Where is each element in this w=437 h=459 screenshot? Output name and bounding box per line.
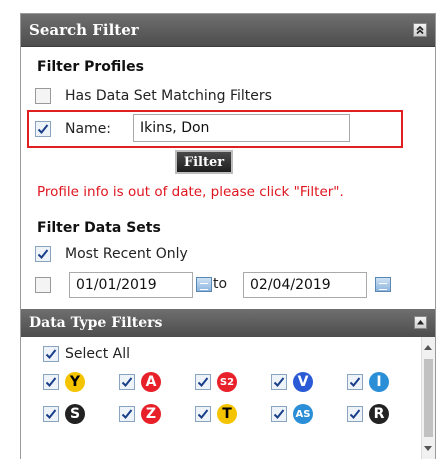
date-to-label: to — [213, 276, 228, 292]
line-filter-item: V — [271, 372, 313, 392]
checkmark-icon — [45, 349, 57, 359]
has-data-set-row: Has Data Set Matching Filters — [35, 85, 272, 107]
profile-outdated-warning: Profile info is out of date, please clic… — [37, 184, 344, 200]
checkmark-icon — [45, 409, 57, 419]
most-recent-checkbox[interactable] — [35, 246, 51, 262]
line-filter-checkbox[interactable] — [43, 374, 59, 390]
line-bullet-icon: I — [369, 372, 389, 392]
scroll-up-arrow-icon[interactable] — [424, 345, 432, 350]
checkmark-icon — [121, 377, 133, 387]
line-bullet-icon: V — [293, 372, 313, 392]
scroll-thumb[interactable] — [424, 359, 433, 437]
line-filter-item: R — [347, 404, 389, 424]
line-bullet-icon: Z — [141, 404, 161, 424]
triangle-up-icon — [417, 320, 424, 325]
line-filter-item: AS — [271, 404, 313, 424]
line-filter-item: S2 — [195, 372, 237, 392]
panel-header: Search Filter — [21, 14, 435, 47]
line-bullet-icon: S2 — [217, 372, 237, 392]
has-data-set-label: Has Data Set Matching Filters — [65, 88, 272, 104]
line-filter-checkbox[interactable] — [195, 406, 211, 422]
line-filter-item: A — [119, 372, 161, 392]
line-filter-item: Z — [119, 404, 161, 424]
line-bullet-icon: Y — [65, 372, 85, 392]
most-recent-row: Most Recent Only — [35, 243, 188, 265]
name-row: Name: — [35, 118, 111, 140]
data-type-filters-header: Data Type Filters — [21, 309, 435, 337]
checkmark-icon — [121, 409, 133, 419]
date-range-row — [35, 274, 65, 296]
checkmark-icon — [197, 409, 209, 419]
line-bullet-icon: T — [217, 404, 237, 424]
line-filter-checkbox[interactable] — [347, 406, 363, 422]
data-type-filters-title: Data Type Filters — [29, 315, 163, 331]
collapse-data-types-button[interactable] — [414, 316, 427, 329]
line-bullet-icon: S — [65, 404, 85, 424]
checkmark-icon — [349, 409, 361, 419]
checkmark-icon — [273, 409, 285, 419]
has-data-set-checkbox[interactable] — [35, 88, 51, 104]
collapse-panel-button[interactable] — [413, 23, 427, 37]
select-all-label: Select All — [65, 346, 130, 362]
line-filter-checkbox[interactable] — [43, 406, 59, 422]
name-label: Name: — [65, 121, 112, 137]
line-filter-item: I — [347, 372, 389, 392]
filter-data-sets-heading: Filter Data Sets — [37, 220, 161, 236]
line-bullet-icon: R — [369, 404, 389, 424]
checkmark-icon — [197, 377, 209, 387]
data-type-scrollbar[interactable] — [421, 337, 435, 459]
data-type-list[interactable]: Select All Y A S2 V I S Z T AS R — [21, 337, 435, 459]
select-all-row: Select All — [43, 343, 130, 365]
double-chevron-up-icon — [416, 25, 424, 35]
search-filter-panel: Search Filter Filter Profiles Has Data S… — [20, 13, 436, 459]
checkmark-icon — [45, 377, 57, 387]
name-input[interactable] — [133, 114, 350, 142]
date-to-input[interactable] — [243, 272, 367, 298]
line-filter-checkbox[interactable] — [195, 374, 211, 390]
line-filter-item: Y — [43, 372, 85, 392]
line-filter-checkbox[interactable] — [271, 406, 287, 422]
line-filter-checkbox[interactable] — [271, 374, 287, 390]
line-filter-checkbox[interactable] — [119, 374, 135, 390]
scroll-down-arrow-icon[interactable] — [424, 446, 432, 451]
line-filter-item: S — [43, 404, 85, 424]
name-checkbox[interactable] — [35, 121, 51, 137]
line-filter-checkbox[interactable] — [347, 374, 363, 390]
line-bullet-icon: A — [141, 372, 161, 392]
date-from-input[interactable] — [69, 272, 193, 298]
panel-title: Search Filter — [29, 21, 139, 39]
checkmark-icon — [37, 249, 49, 259]
filter-profiles-heading: Filter Profiles — [37, 59, 144, 75]
checkmark-icon — [273, 377, 285, 387]
filter-button[interactable]: Filter — [175, 150, 233, 174]
checkmark-icon — [37, 124, 49, 134]
select-all-checkbox[interactable] — [43, 346, 59, 362]
line-filter-item: T — [195, 404, 237, 424]
line-filter-checkbox[interactable] — [119, 406, 135, 422]
calendar-to-icon[interactable] — [375, 277, 391, 292]
date-range-checkbox[interactable] — [35, 277, 51, 293]
line-bullet-icon: AS — [293, 404, 313, 424]
most-recent-label: Most Recent Only — [65, 246, 188, 262]
checkmark-icon — [349, 377, 361, 387]
calendar-from-icon[interactable] — [196, 277, 212, 292]
